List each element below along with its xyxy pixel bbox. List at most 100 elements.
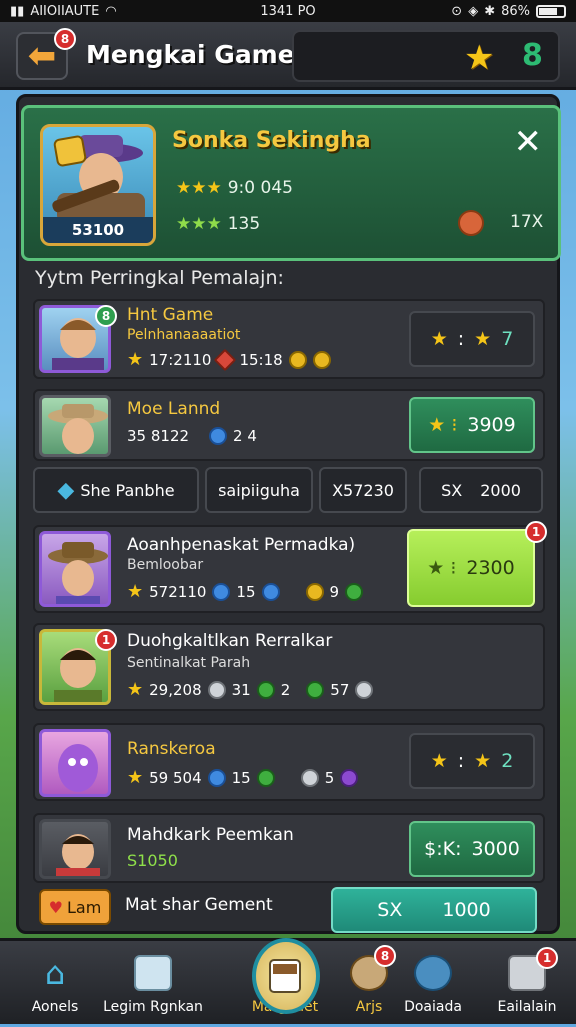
star-icon: ★	[474, 328, 492, 350]
star-icon: ★	[474, 750, 492, 772]
main-panel: 53100 Sonka Sekingha ★★★ 9:0 045 ★★★ 135…	[16, 94, 561, 934]
stat-value: 35 8122	[127, 427, 190, 445]
star-icon: ★	[430, 750, 448, 772]
tab-search[interactable]: saipiiguha	[205, 467, 313, 513]
location-icon: ◈	[468, 3, 479, 19]
nav-label: Legim Rgnkan	[103, 999, 203, 1015]
potion-icon	[256, 769, 275, 787]
list-item[interactable]: Ranskeroa ★ 59 504 15 5 ★ : ★ 2	[33, 723, 545, 801]
price-value: 2300	[466, 557, 515, 579]
list-item[interactable]: Moe Lannd 35 8122 2 4 ★ ⁝ 3909	[33, 389, 545, 461]
star-icon[interactable]: ★	[464, 38, 494, 78]
row-title: Aoanhpenaskat Permadka)	[127, 535, 356, 555]
hero-tag: 53100	[43, 217, 153, 243]
warrior-avatar-icon	[56, 834, 100, 876]
stat-value: 2	[280, 681, 291, 699]
coin-icon	[288, 351, 307, 369]
stat-value: 17:2110	[149, 351, 212, 369]
coin-icon	[458, 210, 484, 236]
price-prefix: $:K:	[424, 838, 462, 860]
robot-icon	[414, 955, 452, 991]
stat-value: 15:18	[239, 351, 283, 369]
price-value: 1000	[442, 899, 491, 921]
tab-code[interactable]: X57230	[319, 467, 407, 513]
nav-item-rankings[interactable]: Legim Rgnkan	[98, 941, 208, 1027]
gem-icon	[207, 769, 226, 787]
potion-icon	[345, 583, 364, 601]
page-title: Mengkai Game	[86, 40, 295, 69]
back-badge: 8	[54, 28, 76, 50]
price-value: 3909	[467, 414, 516, 436]
lam-label: Lam	[67, 897, 102, 917]
row-stats: ★ 572110 15 9	[127, 583, 364, 601]
green-stars-icon: ★★★	[176, 214, 222, 234]
row-stats: ★ 17:2110 15:18	[127, 348, 331, 372]
tab-shop[interactable]: ◆ She Panbhe	[33, 467, 199, 513]
price-prefix: ★ ⁝	[428, 414, 458, 436]
home-icon: ⌂	[44, 954, 66, 992]
tab-label: X57230	[332, 480, 394, 500]
hero-portrait[interactable]: 53100	[40, 124, 156, 246]
gem-icon	[212, 583, 231, 601]
coin-icon	[305, 583, 324, 601]
row-stats: 35 8122 2 4	[127, 427, 257, 445]
battery-percent: 86%	[501, 3, 530, 19]
currency-bar: ★ 8	[292, 30, 560, 82]
list-item[interactable]: Aoanhpenaskat Permadka) Bemloobar ★ 5721…	[33, 521, 547, 613]
separator: :	[457, 328, 465, 350]
rating-box[interactable]: ★ : ★ 7	[409, 311, 535, 367]
nav-item-extra[interactable]: 1 Eailalain	[472, 941, 576, 1027]
hero-card: 53100 Sonka Sekingha ★★★ 9:0 045 ★★★ 135…	[21, 105, 561, 261]
price-value: 2000	[480, 480, 521, 500]
stat-value: 5	[324, 769, 335, 787]
top-bar: ⬅ 8 Mengkai Game ★ 8	[0, 22, 576, 90]
star-icon: ★	[430, 328, 448, 350]
tab-label: saipiiguha	[218, 480, 300, 500]
rating-box[interactable]: ★ : ★ 2	[409, 733, 535, 789]
heart-icon: ♥	[48, 897, 64, 917]
price-button[interactable]: $:K: 3000	[409, 821, 535, 877]
potion-icon	[340, 769, 359, 787]
row-title: Mat shar Gement	[125, 895, 273, 915]
close-icon[interactable]: ✕	[514, 122, 543, 162]
list-item[interactable]: 8 Hnt Game Pelnhanaaaatiot ★ 17:2110 15:…	[33, 299, 545, 379]
creature-avatar-icon	[58, 744, 98, 792]
stat-value: 31	[231, 681, 251, 699]
back-arrow-icon: ⬅	[27, 36, 57, 76]
price-prefix: SX	[377, 899, 403, 921]
coin-icon	[300, 769, 319, 787]
row-title: Hnt Game	[127, 305, 214, 325]
level-badge: 8	[95, 305, 117, 327]
hero-stat-2: ★★★ 135	[176, 214, 260, 234]
alarm-icon: ⊙	[451, 3, 463, 19]
coin-icon	[312, 351, 331, 369]
tab-label: She Panbhe	[80, 480, 175, 500]
monitor-icon	[134, 955, 172, 991]
list-item[interactable]: Mahdkark Peemkan S1050 $:K: 3000	[33, 813, 545, 883]
nav-item-home[interactable]: ⌂ Aonels	[0, 941, 110, 1027]
list-item[interactable]: 1 Duohgkaltlkan Rerralkar Sentinalkat Pa…	[33, 623, 545, 711]
status-bar: ▮▮ AIIOIIAUTE ◠ 1341 PO ⊙ ◈ ✱ 86%	[0, 0, 576, 22]
rating-value: 2	[501, 750, 514, 772]
row-stats: ★ 59 504 15 5	[127, 767, 359, 788]
tab-price[interactable]: SX 2000	[419, 467, 543, 513]
hero-stat-1-value: 9:0 045	[227, 178, 293, 198]
stat-value: 59 504	[149, 769, 202, 787]
star-icon: ★	[127, 767, 144, 788]
filter-tabs: ◆ She Panbhe saipiiguha X57230 SX 2000	[33, 467, 545, 517]
wifi-icon: ◠	[105, 3, 117, 19]
price-button[interactable]: ★ ⁝ 2300	[407, 529, 535, 607]
notification-badge: 1	[525, 521, 547, 543]
separator: :	[457, 750, 465, 772]
lam-button[interactable]: ♥ Lam	[39, 889, 111, 925]
price-button[interactable]: SX 1000	[331, 887, 537, 933]
gear-icon	[207, 681, 226, 699]
price-value: 3000	[471, 838, 520, 860]
price-button[interactable]: ★ ⁝ 3909	[409, 397, 535, 453]
list-item[interactable]: ♥ Lam Mat shar Gement SX 1000	[33, 887, 545, 933]
stat-value: 2 4	[233, 427, 257, 445]
avatar	[39, 819, 111, 879]
row-title: Mahdkark Peemkan	[127, 825, 294, 845]
market-center-button[interactable]	[252, 938, 320, 1014]
price-prefix: ★ ⁝	[427, 557, 457, 579]
